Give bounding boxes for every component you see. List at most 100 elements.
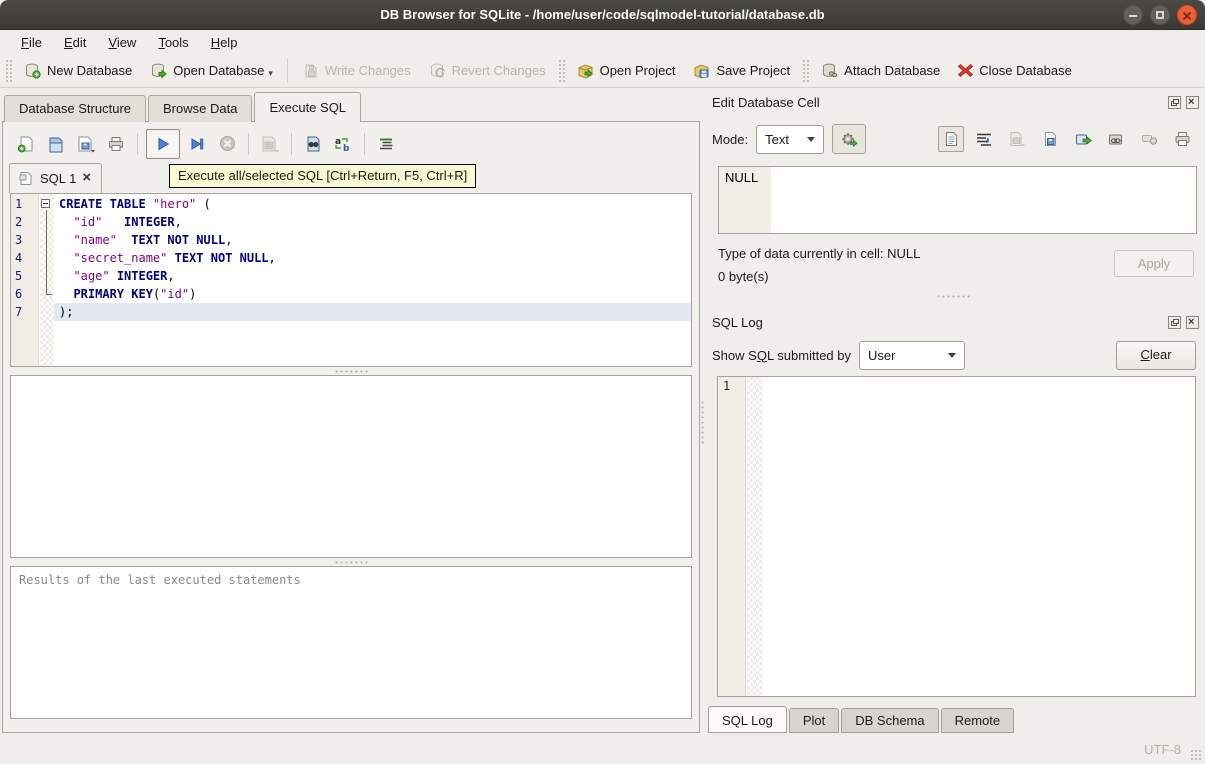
close-database-button[interactable]: Close Database [949,58,1081,83]
stop-button[interactable] [214,131,240,157]
results-table-pane[interactable] [10,375,692,558]
minimize-icon[interactable] [1123,5,1143,25]
tab-remote[interactable]: Remote [940,708,1015,733]
mode-combobox[interactable]: Text [756,124,824,154]
auto-mode-button[interactable] [831,124,866,154]
tab-execute-sql[interactable]: Execute SQL [254,92,362,123]
revert-changes-icon [430,63,445,77]
resize-grip-icon[interactable] [1190,749,1202,761]
fold-marker[interactable] [39,249,54,267]
splitter-handle[interactable] [3,558,699,566]
print-cell-button[interactable] [1169,126,1195,152]
titlebar[interactable]: DB Browser for SQLite - /home/user/code/… [0,0,1205,30]
menu-edit[interactable]: Edit [53,32,97,53]
new-database-button[interactable]: New Database [15,58,141,84]
tab-database-structure[interactable]: Database Structure [4,95,147,122]
close-panel-icon[interactable]: × [1186,315,1199,329]
open-url-button[interactable] [1103,126,1129,152]
sql1-tab-close-icon[interactable]: × [82,170,91,185]
code-line-5[interactable]: 5 "age" INTEGER, [11,267,691,285]
format-sql-button[interactable] [373,131,399,157]
dock-splitter-handle[interactable] [706,292,1199,300]
close-database-label: Close Database [979,63,1072,78]
new-sql-tab-button[interactable] [13,131,39,157]
toolbar-drag-handle[interactable] [557,58,565,83]
play-icon [158,137,169,150]
fold-marker[interactable] [39,195,54,213]
open-external-button[interactable] [1070,126,1096,152]
line-number: 3 [15,233,23,247]
code-line-7[interactable]: 7); [11,303,691,321]
toolbar-drag-handle[interactable] [5,58,12,83]
sql-code-editor[interactable]: 1 CREATE TABLE "hero" (2 "id" INTEGER, 3 "… [10,193,692,367]
maximize-icon[interactable] [1150,5,1170,25]
open-sql-file-button[interactable] [43,131,69,157]
float-panel-icon[interactable] [1168,315,1181,329]
save-project-button[interactable]: Save Project [684,58,799,84]
code-line-3[interactable]: 3 "name" TEXT NOT NULL, [11,231,691,249]
toolbar-separator [286,58,288,83]
sql1-tab[interactable]: SQL 1 × [9,163,103,193]
apply-button[interactable]: Apply [1114,250,1194,277]
mode-label: Mode: [712,131,749,147]
close-panel-icon[interactable]: × [1186,95,1199,109]
set-null-button[interactable] [1136,126,1162,152]
clear-button[interactable]: Clear [1116,340,1196,370]
print-sql-button[interactable] [103,131,129,157]
write-changes-label: Write Changes [324,63,411,78]
edit-cell-header: Edit Database Cell × [706,92,1199,112]
cell-info: Type of data currently in cell: NULL 0 b… [718,246,1197,292]
tab-browse-data[interactable]: Browse Data [148,95,253,122]
fold-marker[interactable] [39,303,54,321]
cell-type-info: Type of data currently in cell: NULL [718,246,921,261]
menu-view[interactable]: View [97,32,147,53]
line-number: 6 [15,287,23,301]
statusbar: UTF-8 [0,735,1205,764]
submitted-by-combobox[interactable]: User [859,340,965,370]
menu-tools[interactable]: Tools [147,32,199,53]
export-data-button[interactable] [1037,126,1063,152]
sql-log-view[interactable]: 1 [717,376,1196,697]
code-line-6[interactable]: 6 PRIMARY KEY("id") [11,285,691,303]
sql-code-area[interactable]: 1 CREATE TABLE "hero" (2 "id" INTEGER, 3 "… [11,195,691,321]
code-line-1[interactable]: 1 CREATE TABLE "hero" ( [11,195,691,213]
menu-help[interactable]: Help [200,32,249,53]
write-changes-button[interactable]: Write Changes [293,58,420,84]
word-wrap-button[interactable] [971,126,997,152]
fold-marker[interactable] [39,213,54,231]
import-data-button[interactable] [1004,126,1030,152]
code-line-4[interactable]: 4 "secret_name" TEXT NOT NULL, [11,249,691,267]
attach-database-label: Attach Database [844,63,941,78]
open-database-dropdown-icon[interactable]: ▾ [268,68,273,79]
find-button[interactable] [300,131,326,157]
toolbar-drag-handle[interactable] [802,58,810,83]
fold-marker[interactable] [39,231,54,249]
fold-marker[interactable] [39,267,54,285]
revert-changes-button[interactable]: Revert Changes [420,58,555,84]
execute-all-button[interactable] [146,128,180,159]
splitter-handle[interactable] [3,367,699,375]
tab-db-schema[interactable]: DB Schema [841,708,939,733]
tab-sql-log[interactable]: SQL Log [708,706,787,733]
attach-database-button[interactable]: Attach Database [812,58,949,84]
menu-file[interactable]: File [10,32,53,53]
open-database-button[interactable]: Open Database ▾ [141,58,282,84]
sql1-tab-label: SQL 1 [40,170,77,186]
results-placeholder: Results of the last executed statements [19,573,301,587]
results-message-pane[interactable]: Results of the last executed statements [10,566,692,719]
sql-toolbar-separator [137,132,138,155]
export-results-button[interactable] [257,131,283,157]
execute-line-button[interactable] [184,131,210,157]
cell-value-editor[interactable]: NULL [718,166,1197,234]
fold-marker[interactable] [39,285,54,303]
tab-plot[interactable]: Plot [788,708,840,733]
code-line-2[interactable]: 2 "id" INTEGER, [11,213,691,231]
text-document-button[interactable] [938,126,964,152]
dock-splitter-handle[interactable] [700,400,705,446]
close-icon[interactable] [1177,5,1197,25]
format-lines-icon [379,138,392,149]
float-panel-icon[interactable] [1168,95,1181,109]
open-project-button[interactable]: Open Project [568,58,685,84]
save-sql-file-button[interactable] [73,131,99,157]
find-replace-button[interactable]: a b [330,131,356,157]
